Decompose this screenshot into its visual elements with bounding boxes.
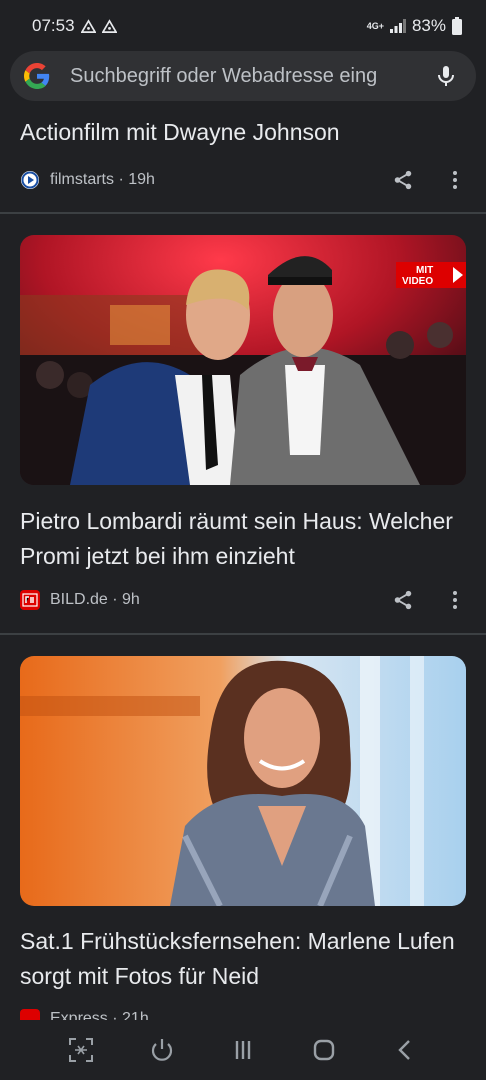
network-type: 4G+ [366,20,384,31]
scan-icon[interactable] [66,1035,96,1065]
more-vert-icon[interactable] [452,170,458,190]
power-icon[interactable] [147,1035,177,1065]
divider [0,633,486,635]
divider [0,212,486,214]
badge-text-mit: MIT [416,265,433,276]
article-title[interactable]: Actionfilm mit Dwayne Johnson [20,115,460,150]
article-meta: filmstarts · 19h [20,167,466,193]
photo-two-men: MIT VIDEO [20,235,466,485]
article-title[interactable]: Pietro Lombardi räumt sein Haus: Welcher… [20,504,460,574]
share-icon[interactable] [392,169,414,191]
play-circle-icon [21,171,39,189]
article-source: filmstarts · 19h [50,171,155,188]
recent-apps-icon[interactable] [228,1035,258,1065]
search-input[interactable]: Suchbegriff oder Webadresse eing [70,65,426,88]
bild-logo-icon [20,590,40,610]
alert-triangle-icon [101,18,117,33]
share-icon[interactable] [392,589,414,611]
microphone-icon[interactable] [434,64,458,88]
home-icon[interactable] [309,1035,339,1065]
clock: 07:53 [32,16,75,35]
article-image[interactable]: MIT VIDEO [20,235,466,485]
battery-percent: 83% [411,16,446,35]
badge-text-video: VIDEO [402,276,433,287]
battery-icon [452,17,462,35]
signal-icon [389,19,406,33]
alert-triangle-icon [80,18,96,33]
status-right: 4G+ 83% [367,16,462,36]
google-logo-icon [24,63,50,89]
article-image[interactable] [20,656,466,906]
article-title[interactable]: Sat.1 Frühstücksfernsehen: Marlene Lufen… [20,924,460,994]
status-bar: 07:53 4G+ 83% [0,0,486,52]
article-source: BILD.de · 9h [50,591,140,608]
search-bar[interactable]: Suchbegriff oder Webadresse eing [10,51,476,101]
photo-woman [20,656,466,906]
more-vert-icon[interactable] [452,590,458,610]
back-icon[interactable] [390,1035,420,1065]
article-meta: BILD.de · 9h [20,587,466,613]
system-navigation-bar [0,1020,486,1080]
status-left: 07:53 [32,16,117,36]
